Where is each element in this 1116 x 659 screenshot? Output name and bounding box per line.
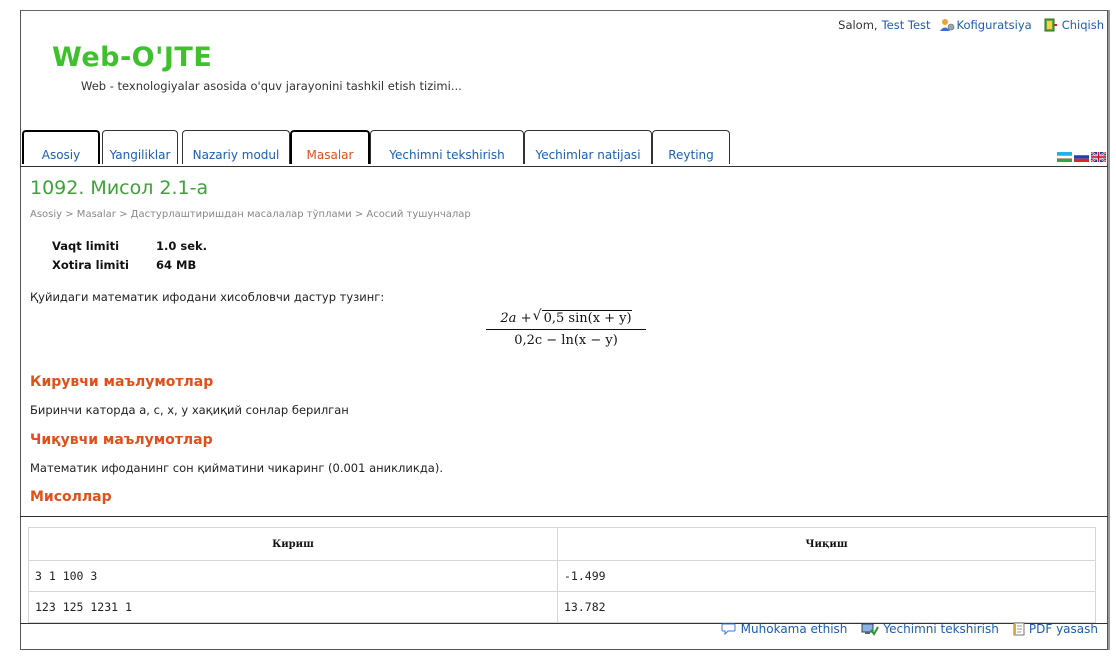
example-input-cell: 123 125 1231 1 [28, 591, 558, 623]
comment-icon [721, 622, 737, 636]
tab-label: Nazariy modul [192, 148, 280, 162]
check-solution-label: Yechimni tekshirish [883, 622, 999, 636]
tab-asosiy[interactable]: Asosiy [22, 130, 100, 164]
pdf-button[interactable]: PDF yasash [1013, 622, 1098, 636]
pdf-label: PDF yasash [1028, 622, 1098, 636]
limits-block: Vaqt limiti 1.0 sek. Xotira limiti 64 MB [52, 236, 207, 274]
table-header-row: Кириш Чиқиш [28, 527, 1096, 561]
discuss-label: Muhokama ethish [740, 622, 848, 636]
tab-label: Masalar [306, 148, 354, 162]
table-row: 3 1 100 3 -1.499 [28, 560, 1096, 592]
tab-yechimlar-natijasi[interactable]: Yechimlar natijasi [524, 130, 652, 164]
language-flags [1057, 147, 1107, 163]
formula-numerator-term: 2a [500, 311, 517, 326]
examples-table: Кириш Чиқиш 3 1 100 3 -1.499 123 125 123… [28, 527, 1096, 623]
flag-uz-icon[interactable] [1057, 147, 1072, 162]
tab-label: Yangiliklar [109, 148, 171, 162]
computer-check-icon [861, 622, 880, 636]
column-header-input: Кириш [28, 527, 558, 561]
formula-sqrt: 0,5 sin(x + y) [533, 308, 632, 326]
column-header-output: Чиқиш [557, 527, 1096, 561]
math-formula: 2a + 0,5 sin(x + y) 0,2c − ln(x − y) [486, 308, 646, 348]
formula-plus: + [520, 311, 532, 326]
memory-limit-label: Xotira limiti [52, 257, 129, 272]
flag-uk-icon[interactable] [1090, 147, 1107, 163]
tab-label: Yechimni tekshirish [389, 148, 505, 162]
problem-actions: Muhokama ethish Yechimni tekshirish PDF … [721, 622, 1098, 636]
flag-ru-icon[interactable] [1073, 147, 1090, 162]
frame-shadow [1108, 10, 1110, 650]
input-heading: Кирувчи маълумотлар [30, 374, 214, 390]
tab-label: Asosiy [41, 148, 81, 162]
breadcrumb[interactable]: Asosiy > Masalar > Дастурлаштиришдан мас… [30, 209, 471, 220]
table-row: 123 125 1231 1 13.782 [28, 591, 1096, 623]
tab-nazariy-modul[interactable]: Nazariy modul [182, 130, 290, 164]
input-description: Биринчи каторда а, с, х, у хақиқий сонла… [30, 403, 349, 417]
problem-statement: Қуйидаги математик ифодани хисобловчи да… [30, 290, 385, 304]
output-heading: Чиқувчи маълумотлар [30, 432, 213, 448]
example-input-cell: 3 1 100 3 [28, 560, 558, 592]
tab-yechimni-tekshirish[interactable]: Yechimni tekshirish [370, 130, 524, 164]
tab-label: Yechimlar natijasi [535, 148, 641, 162]
problem-title: 1092. Мисол 2.1-а [30, 177, 209, 199]
pdf-document-icon [1013, 622, 1025, 636]
content-divider [20, 166, 1108, 167]
discuss-button[interactable]: Muhokama ethish [721, 622, 848, 636]
example-output-cell: -1.499 [557, 560, 1096, 592]
tab-reyting[interactable]: Reyting [652, 130, 730, 164]
example-output-cell: 13.782 [557, 591, 1096, 623]
examples-section: Кириш Чиқиш 3 1 100 3 -1.499 123 125 123… [20, 516, 1108, 624]
tab-label: Reyting [668, 148, 714, 162]
formula-denominator: 0,2c − ln(x − y) [514, 333, 618, 348]
tab-masalar[interactable]: Masalar [290, 130, 370, 164]
examples-heading: Мисоллар [30, 489, 112, 505]
time-limit-value: 1.0 sek. [156, 238, 208, 253]
tab-yangiliklar[interactable]: Yangiliklar [102, 130, 178, 164]
memory-limit-value: 64 MB [156, 257, 197, 272]
check-solution-button[interactable]: Yechimni tekshirish [861, 622, 999, 636]
time-limit-label: Vaqt limiti [52, 238, 120, 253]
output-description: Математик ифоданинг сон қийматини чикари… [30, 461, 443, 475]
main-tabs: Asosiy Yangiliklar Nazariy modul Masalar… [20, 130, 1108, 166]
